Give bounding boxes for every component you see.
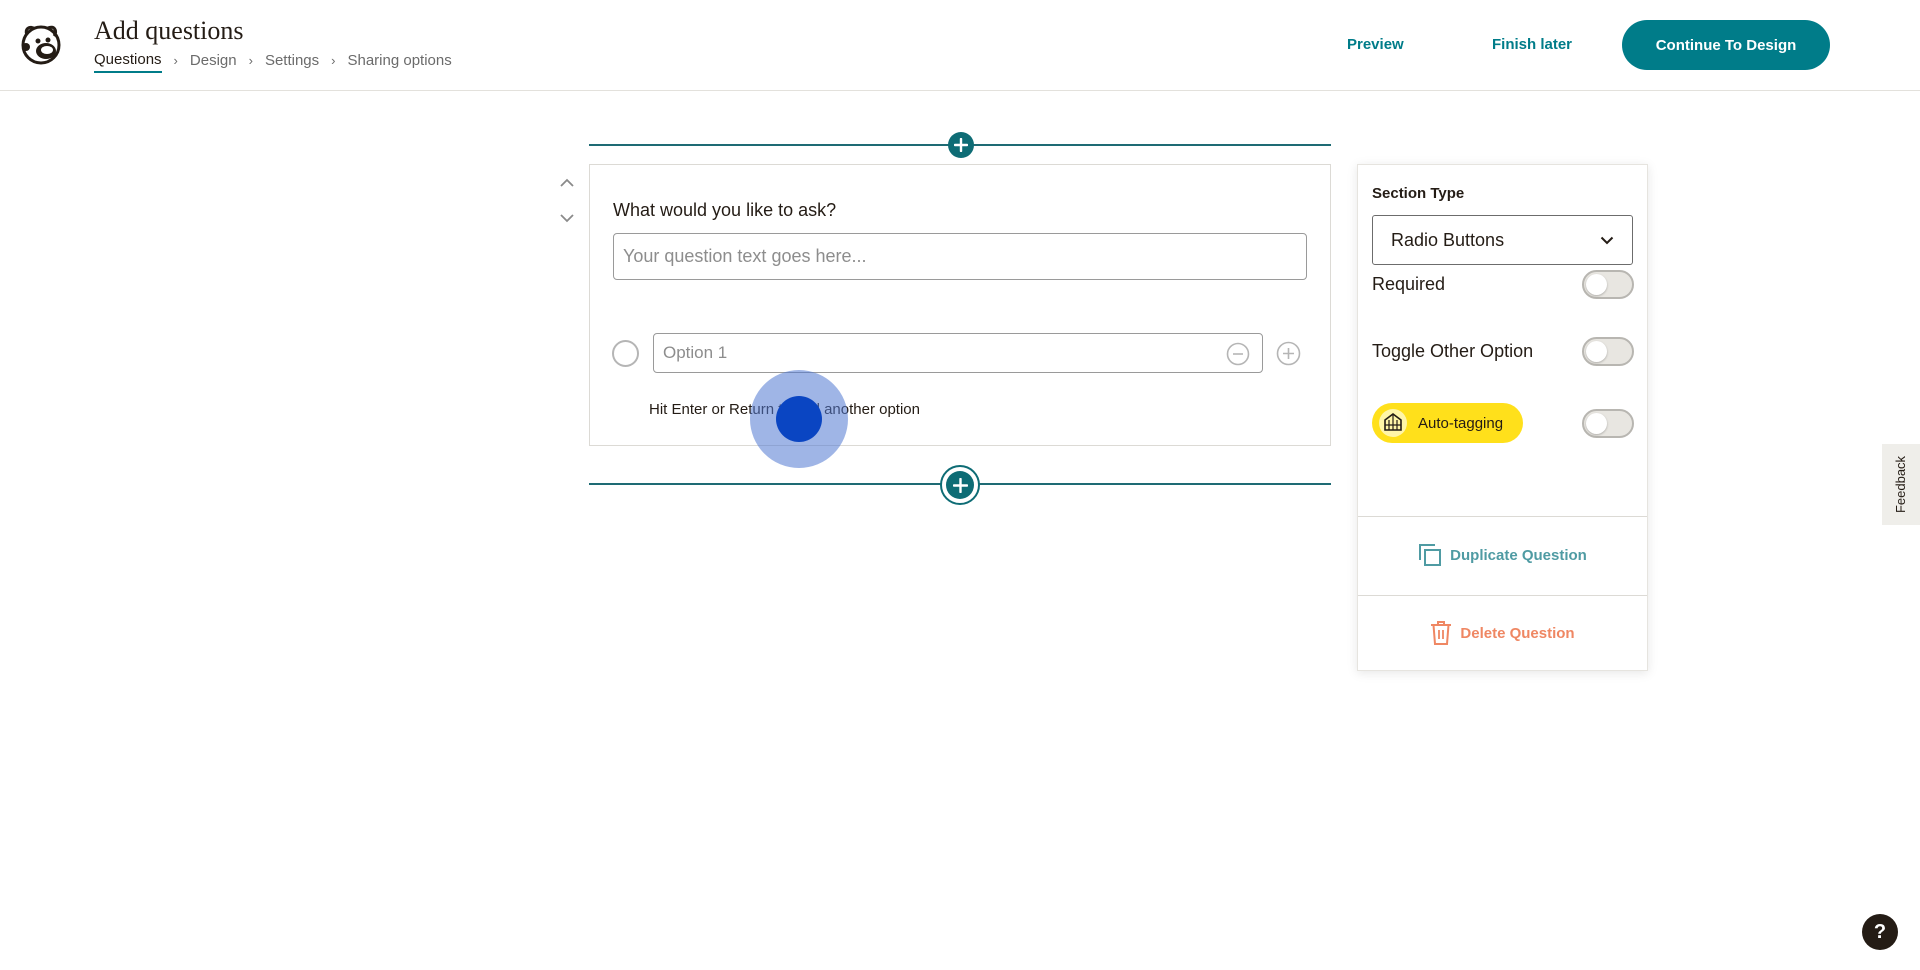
- section-type-label: Section Type: [1372, 185, 1465, 202]
- preview-button[interactable]: Preview: [1347, 36, 1404, 53]
- toggle-other-row: Toggle Other Option: [1372, 337, 1634, 366]
- required-toggle[interactable]: [1582, 270, 1634, 299]
- add-option-button[interactable]: [1276, 341, 1301, 366]
- breadcrumb: Questions › Design › Settings › Sharing …: [94, 48, 452, 73]
- auto-tagging-badge: Auto-tagging: [1372, 403, 1524, 443]
- delete-question-button[interactable]: Delete Question: [1358, 620, 1647, 646]
- plus-icon: [954, 138, 968, 152]
- feedback-tab[interactable]: Feedback: [1882, 444, 1920, 525]
- breadcrumb-sharing-options[interactable]: Sharing options: [347, 52, 451, 69]
- breadcrumb-design[interactable]: Design: [190, 52, 237, 69]
- auto-tagging-label: Auto-tagging: [1418, 414, 1504, 432]
- option-1-input[interactable]: [653, 333, 1263, 373]
- section-type-select[interactable]: Radio Buttons: [1372, 215, 1633, 265]
- trash-icon: [1431, 621, 1452, 645]
- chevron-down-icon: [1600, 236, 1614, 244]
- panel-divider: [1358, 516, 1647, 517]
- panel-divider: [1358, 595, 1647, 596]
- section-type-value: Radio Buttons: [1391, 229, 1505, 250]
- auto-tagging-icon: [1379, 409, 1407, 437]
- add-question-below-button[interactable]: [940, 465, 980, 505]
- feedback-label: Feedback: [1893, 455, 1909, 514]
- duplicate-icon: [1419, 544, 1442, 566]
- chevron-up-icon: [560, 178, 574, 187]
- remove-option-button[interactable]: [1226, 342, 1250, 366]
- chevron-down-icon: [560, 213, 574, 222]
- top-header: Add questions Questions › Design › Setti…: [0, 0, 1920, 91]
- move-down-button[interactable]: [557, 208, 577, 228]
- auto-tagging-row: Auto-tagging: [1372, 403, 1634, 443]
- required-row: Required: [1372, 270, 1634, 299]
- add-question-above-button[interactable]: [948, 132, 974, 158]
- click-indicator-dot: [776, 396, 822, 442]
- chevron-right-icon: ›: [248, 53, 253, 68]
- breadcrumb-questions[interactable]: Questions: [94, 51, 162, 73]
- option-radio: [612, 340, 639, 367]
- move-up-button[interactable]: [557, 172, 577, 192]
- question-text-input[interactable]: [613, 233, 1307, 280]
- duplicate-question-button[interactable]: Duplicate Question: [1358, 543, 1647, 567]
- breadcrumb-settings[interactable]: Settings: [265, 52, 319, 69]
- help-icon: ?: [1873, 920, 1887, 943]
- chevron-right-icon: ›: [173, 53, 178, 68]
- required-label: Required: [1372, 274, 1446, 294]
- page-title: Add questions: [94, 16, 244, 45]
- duplicate-label: Duplicate Question: [1450, 546, 1587, 564]
- question-settings-panel: Section Type Radio Buttons Required Togg…: [1357, 164, 1648, 671]
- help-button[interactable]: ?: [1862, 914, 1898, 950]
- plus-icon: [1276, 341, 1301, 366]
- question-card: What would you like to ask? Hit Enter or…: [589, 164, 1331, 446]
- chevron-right-icon: ›: [331, 53, 336, 68]
- delete-label: Delete Question: [1460, 624, 1575, 642]
- plus-icon: [946, 471, 974, 499]
- question-label: What would you like to ask?: [613, 200, 837, 220]
- finish-later-button[interactable]: Finish later: [1492, 36, 1572, 53]
- continue-to-design-button[interactable]: Continue To Design: [1622, 20, 1830, 70]
- auto-tagging-toggle[interactable]: [1582, 408, 1634, 438]
- minus-icon: [1226, 342, 1250, 366]
- toggle-other-label: Toggle Other Option: [1372, 341, 1534, 361]
- mailchimp-logo[interactable]: [18, 21, 64, 67]
- toggle-other-toggle[interactable]: [1582, 337, 1634, 366]
